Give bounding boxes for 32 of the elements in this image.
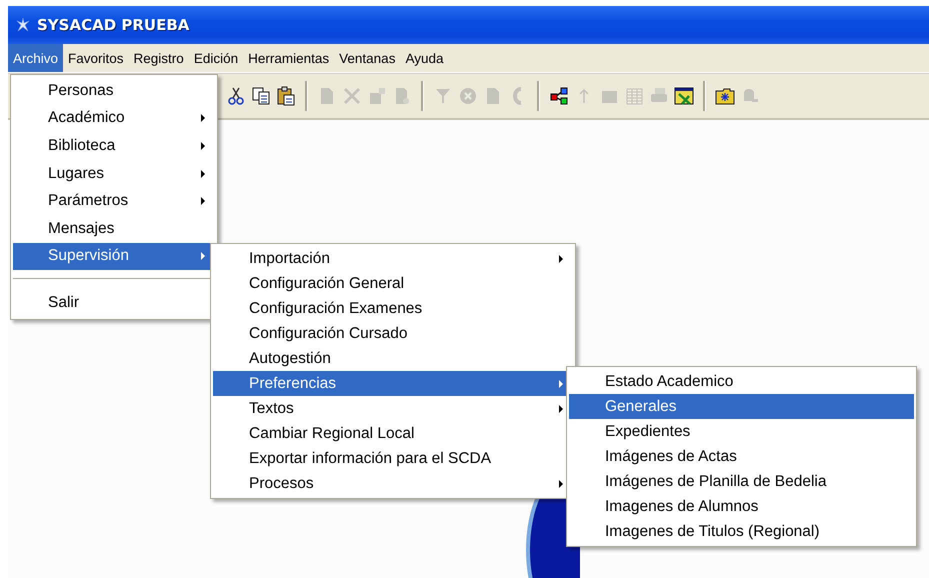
menu-item[interactable]: Parámetros [13, 187, 215, 215]
paste-icon[interactable] [276, 86, 296, 106]
menu-item[interactable]: Generales [569, 394, 914, 419]
menu-item[interactable]: Imagenes de Alumnos [569, 494, 914, 519]
menu-item[interactable]: Configuración Examenes [213, 296, 573, 321]
window-title: SYSACAD PRUEBA [37, 16, 190, 34]
tree-icon[interactable] [549, 86, 569, 106]
menu-item[interactable]: Importación [213, 246, 573, 271]
menu-item[interactable]: Biblioteca [13, 132, 215, 160]
menu-item[interactable]: Expedientes [569, 419, 914, 444]
menu-bar-item[interactable]: Ayuda [400, 44, 448, 72]
menu-item[interactable]: Imágenes de Actas [569, 444, 914, 469]
menu-item[interactable]: Autogestión [213, 346, 573, 371]
menu-bar-item[interactable]: Herramientas [243, 44, 334, 72]
app-icon [16, 17, 30, 33]
menu-item[interactable]: Configuración General [213, 271, 573, 296]
copy-icon[interactable] [251, 86, 271, 106]
menu-item[interactable]: Imágenes de Planilla de Bedelia [569, 469, 914, 494]
menu-bar-item[interactable]: Archivo [8, 44, 64, 72]
menu-item[interactable]: Mensajes [13, 214, 215, 243]
menu-bar-item[interactable]: Registro [128, 44, 189, 72]
calendar-icon[interactable] [674, 86, 694, 106]
menu-item[interactable]: Configuración Cursado [213, 321, 573, 346]
scissors-icon[interactable] [226, 86, 246, 106]
menu-item[interactable]: Académico [13, 104, 215, 132]
menu-item[interactable]: Personas [13, 77, 215, 105]
menu-item[interactable]: Lugares [13, 160, 215, 188]
folder-icon[interactable] [715, 86, 735, 106]
menu-bar-item[interactable]: Ventanas [334, 44, 400, 72]
menu-bar-item[interactable]: Favoritos [63, 44, 129, 72]
menu-bar-item[interactable]: Edición [188, 44, 244, 72]
menu-item[interactable]: Imagenes de Titulos (Regional) [569, 519, 914, 544]
